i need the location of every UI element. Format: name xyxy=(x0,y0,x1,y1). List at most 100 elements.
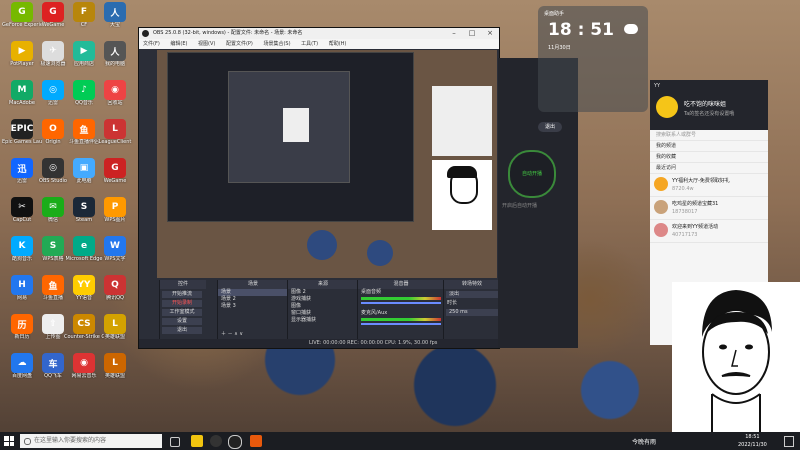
desktop-icon-label: LeagueClient xyxy=(98,139,132,145)
list-item[interactable]: 我的收藏 xyxy=(650,152,768,163)
menu-scene-collection[interactable]: 场景集合(S) xyxy=(263,41,290,47)
notification-icon[interactable] xyxy=(784,436,794,447)
scenes-dock-title: 场景 xyxy=(218,280,288,289)
task-view-icon[interactable] xyxy=(170,437,180,447)
obs-preview[interactable] xyxy=(157,50,497,278)
app-icon: S xyxy=(42,236,64,256)
volume-slider[interactable] xyxy=(361,323,441,325)
duration-input[interactable]: 250 ms xyxy=(446,309,498,316)
app-icon: EPIC xyxy=(11,119,33,139)
desktop-icon[interactable]: ◉ 回收站 xyxy=(95,80,135,114)
app-icon: YY xyxy=(73,275,95,295)
taskbar-clock[interactable]: 18:51 2022/11/30 xyxy=(738,433,767,449)
source-item[interactable]: 显示器捕获 xyxy=(288,317,358,324)
desktop-icon-label: 英雄联盟 xyxy=(104,373,125,379)
obs-menubar: 文件(F) 编辑(E) 视图(V) 配置文件(P) 场景集合(S) 工具(T) … xyxy=(139,39,499,49)
start-streaming-button[interactable]: 开始推流 xyxy=(162,291,202,298)
source-item[interactable]: 图像 xyxy=(288,303,358,310)
menu-file[interactable]: 文件(F) xyxy=(143,41,160,47)
app-icon: ☁ xyxy=(11,353,33,373)
studio-mode-button[interactable]: 工作室模式 xyxy=(162,309,202,316)
minimize-button[interactable]: – xyxy=(445,28,463,39)
app-icon: ◎ xyxy=(42,158,64,178)
app-icon: H xyxy=(11,275,33,295)
settings-button[interactable]: 设置 xyxy=(162,318,202,325)
menu-view[interactable]: 视图(V) xyxy=(198,41,215,47)
obs-taskbar-icon[interactable] xyxy=(210,435,222,447)
taskbar-search-input[interactable]: 在这里输入你要搜索的内容 xyxy=(20,434,162,448)
controls-dock: 控件 开始推流 开始录制 工作室模式 设置 退出 xyxy=(159,280,206,340)
taskbar-date: 2022/11/30 xyxy=(738,442,767,448)
list-item[interactable]: YY福利大厅-免费领取好礼 8720.4w xyxy=(650,174,768,197)
app-icon: W xyxy=(104,236,126,256)
obs-titlebar[interactable]: OBS 25.0.8 (32-bit, windows) - 配置文件: 未命名… xyxy=(139,28,499,39)
contact-search-input[interactable]: 搜索联系人或群号 xyxy=(650,130,768,141)
desktop-icon[interactable]: P WPS图片 xyxy=(95,197,135,231)
taskbar: 在这里输入你要搜索的内容 今晚有雨 18:51 2022/11/30 xyxy=(0,432,800,450)
app-icon: K xyxy=(11,236,33,256)
source-item[interactable]: 窗口捕获 xyxy=(288,310,358,317)
chrome-taskbar-icon[interactable] xyxy=(228,435,242,449)
app-icon: ⇧ xyxy=(42,314,64,334)
exit-button[interactable]: 退出 xyxy=(162,327,202,334)
duration-label: 时长 xyxy=(447,300,458,306)
clock-widget[interactable]: 桌面助手 18 : 51 11月30日 xyxy=(538,6,648,112)
app-icon: G xyxy=(104,158,126,178)
app-icon: G xyxy=(11,2,33,22)
source-item[interactable]: 图像 2 xyxy=(288,289,358,296)
desktop-icon-label: 大宝 xyxy=(109,22,120,28)
widget-label: 桌面助手 xyxy=(544,11,565,17)
start-button[interactable] xyxy=(4,436,14,446)
menu-profile[interactable]: 配置文件(P) xyxy=(226,41,253,47)
transitions-dock-title: 转场特效 xyxy=(444,280,500,289)
desktop-icon[interactable]: 人大宝 xyxy=(95,2,135,36)
app-icon: L xyxy=(104,119,126,139)
list-item[interactable]: 最近访问 xyxy=(650,163,768,174)
desktop-icon[interactable]: Q 腾讯QQ xyxy=(95,275,135,309)
desktop-icon[interactable]: L LeagueClient xyxy=(95,119,135,153)
volume-slider[interactable] xyxy=(361,302,441,304)
list-item[interactable]: 我的频道 xyxy=(650,141,768,152)
menu-help[interactable]: 帮助(H) xyxy=(329,41,347,47)
avatar[interactable] xyxy=(656,96,678,118)
explorer-taskbar-icon[interactable] xyxy=(191,435,203,447)
exit-pill-button[interactable]: 退出 xyxy=(538,122,562,132)
list-item[interactable]: 欢迎来到YY频道活动 40717173 xyxy=(650,220,768,243)
desktop-icon[interactable]: L 英雄联盟 xyxy=(95,353,135,387)
obs-window[interactable]: OBS 25.0.8 (32-bit, windows) - 配置文件: 未命名… xyxy=(138,27,500,349)
desktop-icon[interactable]: L 英雄联盟 xyxy=(95,314,135,348)
desktop-icon-label: 腾讯QQ xyxy=(106,295,124,301)
transition-select[interactable]: 淡出 xyxy=(446,291,498,298)
maximize-button[interactable]: □ xyxy=(463,28,481,39)
list-item[interactable]: 吃鸡星的频道宝藏31 18738017 xyxy=(650,197,768,220)
menu-tools[interactable]: 工具(T) xyxy=(301,41,318,47)
scene-item[interactable]: 场景 xyxy=(218,289,288,296)
menu-edit[interactable]: 编辑(E) xyxy=(170,41,187,47)
contact-name: YY福利大厅-免费领取好礼 xyxy=(672,178,730,184)
desktop-icon-label: WPS图片 xyxy=(104,217,126,223)
app-taskbar-icon[interactable] xyxy=(250,435,262,447)
close-button[interactable]: × xyxy=(481,28,499,39)
controls-dock-title: 控件 xyxy=(160,280,206,289)
source-item[interactable]: 游戏捕获 xyxy=(288,296,358,303)
mixer-dock: 混音器 桌面音频 麦克风/Aux xyxy=(357,280,444,340)
start-recording-button[interactable]: 开始录制 xyxy=(162,300,202,307)
scenes-dock: 场景 场景 场景 2 场景 3 ＋ － ∧ ∨ xyxy=(217,280,288,340)
contact-count: 8720.4w xyxy=(672,186,694,192)
app-icon: M xyxy=(11,80,33,100)
mixer-meter xyxy=(361,318,441,321)
chat-title: YY xyxy=(654,83,661,89)
weather-label[interactable]: 今晚有雨 xyxy=(632,437,656,446)
mixer-track-label: 桌面音频 xyxy=(361,289,382,295)
auto-live-circle[interactable]: 自动开播 xyxy=(508,150,556,198)
preview-berries xyxy=(307,230,337,260)
app-icon: ◉ xyxy=(104,80,126,100)
desktop-icon[interactable]: W WPS文字 xyxy=(95,236,135,270)
desktop-icon[interactable]: 人我的电脑 xyxy=(95,41,135,75)
preview-nested-capture xyxy=(167,52,414,222)
mixer-meter xyxy=(361,297,441,300)
scene-item[interactable]: 场景 2 xyxy=(218,296,288,303)
desktop-icon[interactable]: G WeGame xyxy=(95,158,135,192)
scenes-toolbar[interactable]: ＋ － ∧ ∨ xyxy=(218,331,243,338)
scene-item[interactable]: 场景 3 xyxy=(218,303,288,310)
